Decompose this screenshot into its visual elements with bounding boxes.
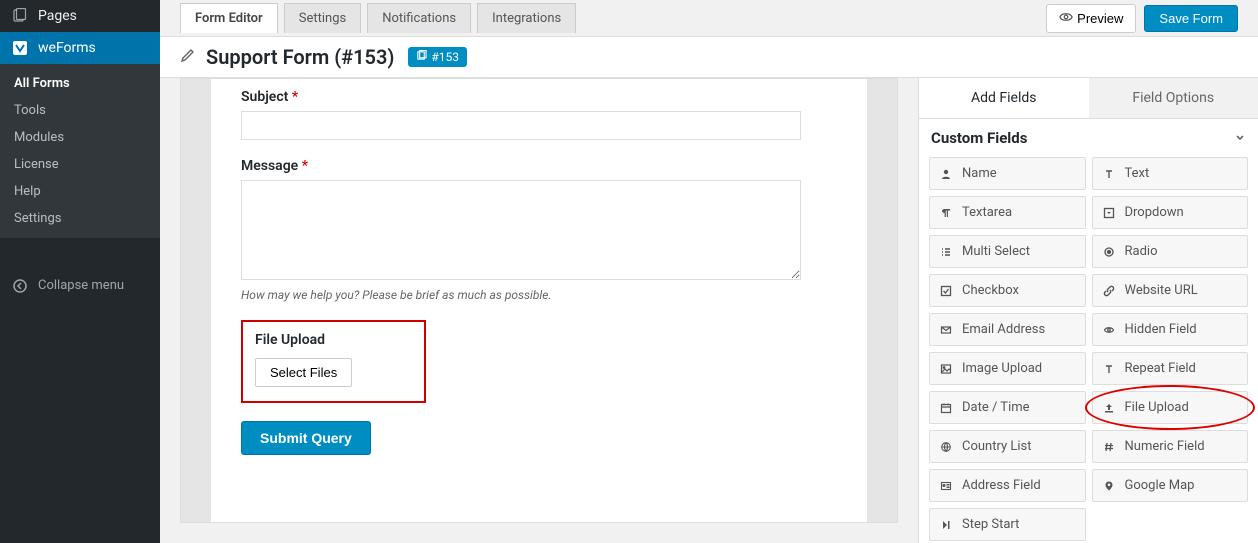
globe-icon: [940, 441, 956, 453]
submenu-modules[interactable]: Modules: [0, 124, 160, 151]
field-label-file-upload: File Upload: [255, 332, 412, 348]
tab-field-options[interactable]: Field Options: [1089, 78, 1258, 119]
field-type-hidden-field[interactable]: Hidden Field: [1092, 313, 1249, 346]
field-subject[interactable]: Subject *: [241, 89, 837, 140]
field-label-subject: Subject *: [241, 89, 837, 105]
field-type-multiselect[interactable]: Multi Select: [929, 235, 1086, 268]
copy-icon: [416, 50, 427, 64]
tab-settings[interactable]: Settings: [284, 3, 361, 33]
collapse-label: Collapse menu: [38, 278, 124, 293]
wp-admin-sidebar: Pages weForms All Forms Tools Modules Li…: [0, 0, 160, 543]
tab-add-fields[interactable]: Add Fields: [919, 78, 1089, 119]
submenu-tools[interactable]: Tools: [0, 97, 160, 124]
submenu-all-forms[interactable]: All Forms: [0, 70, 160, 97]
step-forward-icon: [940, 519, 956, 531]
subject-input[interactable]: [241, 111, 801, 140]
preview-button[interactable]: Preview: [1046, 4, 1136, 33]
field-type-date-time[interactable]: Date / Time: [929, 391, 1086, 424]
weforms-icon: [10, 40, 30, 56]
collapse-menu-button[interactable]: Collapse menu: [0, 270, 160, 301]
calendar-icon: [940, 402, 956, 414]
field-message[interactable]: Message * How may we help you? Please be…: [241, 158, 837, 302]
pencil-icon: [180, 47, 196, 67]
builder-row: Subject * Message * How may we help you?…: [160, 78, 1258, 543]
text-icon: [1103, 363, 1119, 375]
field-type-country-list[interactable]: Country List: [929, 430, 1086, 463]
field-type-image-upload[interactable]: Image Upload: [929, 352, 1086, 385]
canvas-wrap: Subject * Message * How may we help you?…: [160, 78, 918, 543]
field-type-textarea[interactable]: Textarea: [929, 196, 1086, 229]
required-marker: *: [302, 158, 308, 174]
sidebar-item-weforms[interactable]: weForms: [0, 32, 160, 64]
field-type-address-field[interactable]: Address Field: [929, 469, 1086, 502]
field-type-step-start[interactable]: Step Start: [929, 508, 1086, 541]
submenu-help[interactable]: Help: [0, 178, 160, 205]
field-type-website-url[interactable]: Website URL: [1092, 274, 1249, 307]
collapse-icon: [10, 279, 30, 293]
sidebar-item-label: Pages: [38, 8, 77, 24]
field-type-file-upload[interactable]: File Upload: [1092, 391, 1249, 424]
check-square-icon: [940, 285, 956, 297]
preview-label: Preview: [1077, 11, 1123, 26]
link-icon: [1103, 285, 1119, 297]
custom-fields-header[interactable]: Custom Fields: [919, 119, 1258, 157]
eye-slash-icon: [1103, 324, 1119, 336]
required-marker: *: [292, 89, 298, 105]
dot-circle-icon: [1103, 246, 1119, 258]
file-upload-highlight: File Upload Select Files: [241, 320, 426, 403]
field-type-google-map[interactable]: Google Map: [1092, 469, 1249, 502]
field-type-repeat-field[interactable]: Repeat Field: [1092, 352, 1249, 385]
editor-tabs: Form Editor Settings Notifications Integ…: [180, 3, 576, 33]
field-type-dropdown[interactable]: Dropdown: [1092, 196, 1249, 229]
form-title[interactable]: Support Form (#153): [206, 45, 394, 69]
upload-icon: [1103, 402, 1119, 414]
top-bar: Form Editor Settings Notifications Integ…: [160, 0, 1258, 36]
field-type-name[interactable]: Name: [929, 157, 1086, 190]
field-type-radio[interactable]: Radio: [1092, 235, 1249, 268]
paragraph-icon: [940, 207, 956, 219]
shortcode-badge[interactable]: #153: [408, 47, 467, 67]
field-grid: Name Text Textarea Dropdown Multi Select…: [919, 157, 1258, 543]
shortcode-text: #153: [431, 50, 459, 64]
pages-icon: [10, 8, 30, 24]
form-title-bar: Support Form (#153) #153: [160, 36, 1258, 78]
main-area: Form Editor Settings Notifications Integ…: [160, 0, 1258, 543]
chevron-down-icon: [1234, 129, 1246, 147]
id-card-icon: [940, 480, 956, 492]
right-panel-tabs: Add Fields Field Options: [919, 78, 1258, 119]
sidebar-item-pages[interactable]: Pages: [0, 0, 160, 32]
sidebar-item-label: weForms: [38, 40, 96, 56]
map-pin-icon: [1103, 480, 1119, 492]
image-icon: [940, 363, 956, 375]
field-type-checkbox[interactable]: Checkbox: [929, 274, 1086, 307]
field-file-upload[interactable]: File Upload Select Files: [241, 320, 837, 403]
user-icon: [940, 168, 956, 180]
tab-notifications[interactable]: Notifications: [367, 3, 471, 33]
hash-icon: [1103, 441, 1119, 453]
list-icon: [940, 246, 956, 258]
submenu-license[interactable]: License: [0, 151, 160, 178]
tab-integrations[interactable]: Integrations: [477, 3, 576, 33]
tab-form-editor[interactable]: Form Editor: [180, 3, 278, 33]
field-type-email[interactable]: Email Address: [929, 313, 1086, 346]
form-canvas: Subject * Message * How may we help you?…: [180, 78, 898, 523]
message-hint: How may we help you? Please be brief as …: [241, 288, 837, 302]
eye-icon: [1059, 10, 1073, 27]
text-icon: [1103, 168, 1119, 180]
sidebar-submenu: All Forms Tools Modules License Help Set…: [0, 64, 160, 238]
envelope-icon: [940, 324, 956, 336]
message-textarea[interactable]: [241, 180, 801, 280]
save-form-button[interactable]: Save Form: [1144, 5, 1238, 32]
field-label-message: Message *: [241, 158, 837, 174]
field-type-text[interactable]: Text: [1092, 157, 1249, 190]
submenu-settings[interactable]: Settings: [0, 205, 160, 232]
caret-square-icon: [1103, 207, 1119, 219]
field-submit: Submit Query: [241, 421, 837, 455]
right-panel: Add Fields Field Options Custom Fields N…: [918, 78, 1258, 543]
select-files-button[interactable]: Select Files: [255, 358, 352, 387]
field-type-numeric-field[interactable]: Numeric Field: [1092, 430, 1249, 463]
submit-button[interactable]: Submit Query: [241, 421, 371, 455]
